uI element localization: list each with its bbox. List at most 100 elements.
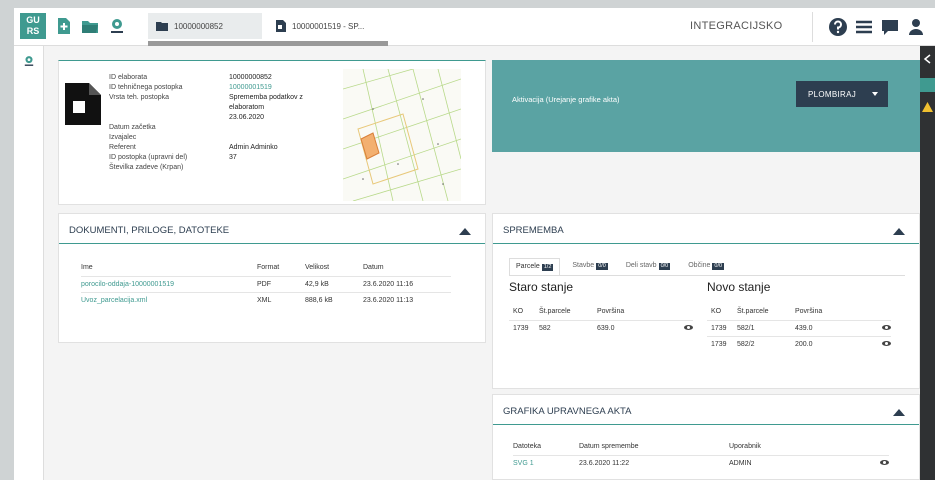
col-st-parcele: Št.parcele <box>539 304 597 321</box>
grafika-table: Datoteka Datum spremembe Uporabnik SVG 1… <box>513 439 889 471</box>
value-id-teh-postopka[interactable]: 10000001519 <box>229 83 303 93</box>
cell-format: XML <box>257 296 272 304</box>
staro-stanje-title: Staro stanje <box>509 280 574 294</box>
breadcrumb-label: 10000001519 - SP... <box>292 21 365 31</box>
table-row: SVG 1 23.6.2020 11:22 ADMIN <box>513 455 889 471</box>
mode-label: INTEGRACIJSKO <box>690 20 783 32</box>
menu-icon[interactable] <box>854 17 874 37</box>
tab-label: Parcele <box>516 263 540 270</box>
collapse-icon[interactable] <box>893 228 905 235</box>
tab-obcine[interactable]: Občine 0/0 <box>682 258 730 276</box>
plombiraj-button[interactable]: PLOMBIRAJ <box>796 81 888 107</box>
open-folder-icon[interactable] <box>80 16 100 36</box>
sprememba-tabs: Parcele 1/2 Stavbe 0/0 Deli stavb 0/0 Občin… <box>509 258 736 276</box>
new-document-icon[interactable] <box>54 16 74 36</box>
sprememba-title: SPREMEMBA <box>503 225 564 236</box>
help-icon[interactable] <box>828 17 848 37</box>
label-datum-zacetka: Datum začetka <box>109 124 156 131</box>
collapse-icon[interactable] <box>459 228 471 235</box>
tab-parcele[interactable]: Parcele 1/2 <box>509 258 561 276</box>
elaborat-info-card: ID elaborata ID tehničnega postopka Vrst… <box>58 60 486 205</box>
gurs-logo[interactable]: GU RS <box>20 13 46 39</box>
col-actions <box>661 304 693 321</box>
value-izvajalec <box>229 133 303 143</box>
right-panel-strip <box>920 46 935 480</box>
collapse-icon[interactable] <box>893 409 905 416</box>
table-header-row: KO Št.parcele Površina <box>509 304 693 321</box>
col-ko: KO <box>707 304 737 321</box>
table-header-row: Ime Format Velikost Datum <box>81 260 451 277</box>
cell-parcela: 582 <box>539 324 551 332</box>
eye-icon[interactable] <box>880 459 889 465</box>
document-link[interactable]: Uvoz_parcelacija.xml <box>81 292 257 308</box>
col-actions <box>859 304 891 321</box>
value-referent: Admin Adminko <box>229 144 278 151</box>
warning-icon[interactable] <box>922 102 933 112</box>
tab-label: Stavbe <box>572 262 595 269</box>
cell-date: 23.6.2020 11:16 <box>363 276 451 293</box>
table-row: 1739 582/1 439.0 <box>707 320 891 337</box>
eye-icon[interactable] <box>882 340 891 346</box>
folder-icon <box>156 22 168 31</box>
parcel-map-thumbnail[interactable] <box>343 69 461 201</box>
logo-text-bottom: RS <box>26 26 40 36</box>
activation-banner: Aktivacija (Urejanje grafike akta) PLOMB… <box>492 60 920 152</box>
documents-table: Ime Format Velikost Datum porocilo-oddaj… <box>81 260 451 308</box>
value-vrsta-postopka: Sprememba podatkov z <box>229 94 303 101</box>
breadcrumb-postopek[interactable]: 10000001519 - SP... <box>262 13 388 39</box>
col-ko: KO <box>509 304 539 321</box>
table-header-row: Datoteka Datum spremembe Uporabnik <box>513 439 889 456</box>
cell-povrsina: 639.0 <box>597 324 615 332</box>
col-povrsina: Površina <box>795 304 859 321</box>
cell-povrsina: 439.0 <box>795 320 859 337</box>
side-tab[interactable] <box>920 78 935 92</box>
document-link[interactable]: porocilo-oddaja-10000001519 <box>81 276 257 293</box>
map-pin-icon[interactable] <box>22 54 36 68</box>
breadcrumb-elaborat[interactable]: 10000000852 <box>148 13 271 39</box>
documents-title: DOKUMENTI, PRILOGE, DATOTEKE <box>69 225 230 236</box>
sprememba-header: SPREMEMBA <box>493 214 919 244</box>
tab-label: Deli stavb <box>625 262 657 269</box>
chat-icon[interactable] <box>880 17 900 37</box>
value-blank <box>229 123 303 133</box>
chevron-left-icon[interactable] <box>923 54 932 64</box>
col-datoteka: Datoteka <box>513 439 579 456</box>
breadcrumb-label: 10000000852 <box>174 21 223 31</box>
cell-date: 23.6.2020 11:22 <box>579 459 630 467</box>
label-id-teh-postopka: ID tehničnega postopka <box>109 84 183 91</box>
user-icon[interactable] <box>909 17 923 37</box>
app-window: GU RS 10000000852 10000001519 - SP... INT… <box>14 8 935 480</box>
value-id-elaborata: 10000000852 <box>229 74 272 81</box>
info-labels: ID elaborata ID tehničnega postopka Vrst… <box>109 73 187 173</box>
eye-icon[interactable] <box>882 324 891 330</box>
staro-stanje-table: KO Št.parcele Površina 1739 582 639.0 <box>509 304 693 336</box>
label-stevilka-zadeve: Številka zadeve (Krpan) <box>109 164 184 171</box>
value-vrsta-postopka-cont: elaboratom <box>229 104 265 111</box>
tab-stavbe[interactable]: Stavbe 0/0 <box>566 258 613 276</box>
tab-divider <box>509 275 905 276</box>
grafika-card: GRAFIKA UPRAVNEGA AKTA Datoteka Datum sp… <box>492 394 920 480</box>
cell-size: 888,6 kB <box>305 296 333 304</box>
tab-badge: 0/0 <box>596 263 608 270</box>
elaborat-document-icon <box>65 83 101 125</box>
table-row: 1739 582/2 200.0 <box>707 336 891 352</box>
tab-deli-stavb[interactable]: Deli stavb 0/0 <box>620 258 676 276</box>
document-icon <box>276 20 286 32</box>
documents-header: DOKUMENTI, PRILOGE, DATOTEKE <box>59 214 485 244</box>
info-values: 10000000852 10000001519 Sprememba podatk… <box>229 73 303 173</box>
col-ime: Ime <box>81 260 257 277</box>
cell-format: PDF <box>257 276 305 293</box>
tab-badge: 0/0 <box>658 263 671 270</box>
chevron-down-icon <box>872 92 878 96</box>
svg-file-link[interactable]: SVG 1 <box>513 455 579 471</box>
label-blank <box>109 103 187 113</box>
cell-size: 42,9 kB <box>305 276 363 293</box>
top-toolbar: GU RS 10000000852 10000001519 - SP... INT… <box>14 8 935 46</box>
label-vrsta-postopka: Vrsta teh. postopka <box>109 94 170 101</box>
cell-date: 23.6.2020 11:13 <box>363 296 414 304</box>
label-blank <box>109 113 187 123</box>
map-pin-icon[interactable] <box>107 16 127 36</box>
progress-bar <box>148 41 388 46</box>
eye-icon[interactable] <box>684 324 693 330</box>
grafika-header: GRAFIKA UPRAVNEGA AKTA <box>493 395 919 425</box>
